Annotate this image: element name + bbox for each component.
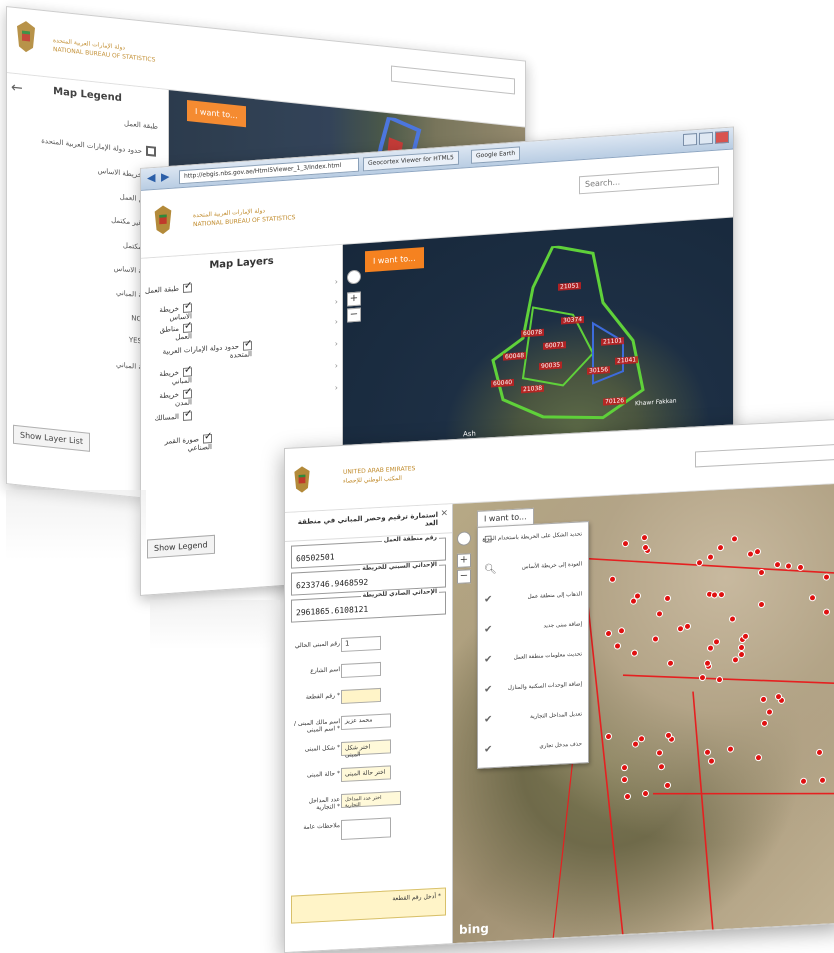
layer-item[interactable]: خريطة المدن <box>141 389 192 410</box>
reflection <box>6 490 146 560</box>
legend-label: غير مكتمل <box>111 216 142 228</box>
building-pin[interactable] <box>663 594 671 602</box>
building-pin[interactable] <box>784 561 792 570</box>
map-view[interactable]: I want to... + − ⊡ تحديد الشكل على الخريط… <box>453 483 834 944</box>
building-pin[interactable] <box>608 575 616 584</box>
building-pin[interactable] <box>757 600 765 609</box>
owner-name-input[interactable]: محمد عزيز <box>341 713 391 731</box>
search-input[interactable] <box>391 65 515 95</box>
legend-swatch <box>146 145 156 157</box>
arrow-left-icon[interactable]: ← <box>11 80 23 97</box>
tab-geocortex[interactable]: Geocortex Viewer for HTML5 <box>363 150 459 172</box>
emblem-logo <box>17 21 35 53</box>
close-button[interactable] <box>715 130 729 144</box>
building-pin[interactable] <box>641 543 649 551</box>
select-icon: ⊡ <box>484 534 493 546</box>
close-icon[interactable]: × <box>440 508 448 518</box>
back-icon[interactable]: ◀ <box>147 171 155 185</box>
reflection <box>150 600 280 650</box>
check-icon: ✔ <box>484 684 493 696</box>
building-status-select[interactable]: اختر حالة المبنى <box>341 765 391 783</box>
emblem-logo <box>154 205 172 235</box>
building-pin[interactable] <box>707 757 715 765</box>
search-input[interactable]: Search... <box>579 166 719 195</box>
tab-google-earth[interactable]: Google Earth <box>471 146 521 164</box>
legend-label: حدود دولة الإمارات العربية المتحدة <box>41 136 142 156</box>
building-pin[interactable] <box>796 563 804 571</box>
maximize-button[interactable] <box>699 131 713 145</box>
layer-item[interactable]: حدود دولة الإمارات العربية المتحدة <box>141 341 252 366</box>
chevron-right-icon[interactable]: › <box>335 277 338 286</box>
menu-item-delete-entrance[interactable]: ✔ حذف مدخل تجاري <box>478 732 588 768</box>
org-name: دولة الإمارات العربية المتحدة NATIONAL BU… <box>193 207 296 229</box>
layer-item[interactable]: المسالك <box>154 411 192 423</box>
zoom-icon: 🔍︎ <box>484 563 497 576</box>
building-pin[interactable] <box>737 643 745 651</box>
check-icon: ✔ <box>484 744 493 756</box>
layer-item[interactable]: خريطة المباني <box>141 367 192 388</box>
emblem-logo <box>294 466 310 493</box>
work-area-overlay <box>491 244 645 420</box>
chevron-right-icon[interactable]: › <box>335 361 338 370</box>
show-layer-list-button[interactable]: Show Layer List <box>13 424 90 452</box>
field-y-coord: الإحداثي الصادي للخريطة 2961865.6108121 <box>291 587 446 623</box>
plot-number-input[interactable] <box>341 687 381 705</box>
place-label: Khawr Fakkan <box>635 397 677 408</box>
notes-input[interactable] <box>341 817 391 841</box>
i-want-to-button[interactable]: I want to... <box>365 247 424 273</box>
building-shape-select[interactable]: اختر شكل المبنى <box>341 739 391 759</box>
building-pin[interactable] <box>621 763 629 771</box>
map-attribution: bing <box>459 921 489 937</box>
building-pin[interactable] <box>604 629 612 637</box>
show-legend-button[interactable]: Show Legend <box>147 534 215 559</box>
validation-note: أدخل رقم القطعة * <box>291 887 446 924</box>
legend-label: خريطة الاساس <box>97 166 142 180</box>
check-icon: ✔ <box>484 594 493 606</box>
building-pin[interactable] <box>760 719 768 727</box>
building-number-input[interactable]: 1 <box>341 635 381 653</box>
zoom-out-icon[interactable]: − <box>457 569 471 584</box>
street-name-input[interactable] <box>341 661 381 679</box>
minimize-button[interactable] <box>683 133 697 147</box>
search-input[interactable] <box>695 444 834 468</box>
building-pin[interactable] <box>757 568 765 577</box>
check-icon: ✔ <box>484 624 493 636</box>
building-pin[interactable] <box>712 637 720 646</box>
layer-item[interactable]: مناطق العمل <box>141 323 192 344</box>
building-pin[interactable] <box>604 732 612 740</box>
i-want-to-button[interactable]: I want to... <box>187 100 246 128</box>
i-want-to-menu: ⊡ تحديد الشكل على الخريطة باستخدام المربع… <box>477 521 589 769</box>
survey-window: UNITED ARAB EMIRATES المكتب الوطني للإحصا… <box>284 418 834 953</box>
building-pin[interactable] <box>717 591 725 599</box>
building-pin[interactable] <box>726 745 734 753</box>
org-name: دولة الإمارات العربية المتحدة NATIONAL BU… <box>53 36 156 64</box>
entrances-select[interactable]: اختر عدد المداخل التجارية <box>341 790 401 809</box>
pan-control[interactable] <box>347 269 361 285</box>
chevron-right-icon[interactable]: › <box>335 339 338 348</box>
legend-label: طبقة العمل <box>123 119 158 131</box>
chevron-right-icon[interactable]: › <box>335 317 338 326</box>
forward-icon[interactable]: ▶ <box>161 170 169 184</box>
building-pin[interactable] <box>655 749 663 757</box>
zoom-out-icon[interactable]: − <box>347 307 361 323</box>
chevron-right-icon[interactable]: › <box>335 297 338 306</box>
check-icon: ✔ <box>484 654 493 666</box>
building-pin[interactable] <box>623 792 631 800</box>
building-pin[interactable] <box>703 659 711 667</box>
survey-form: استمارة ترقيم وحصر المباني في منطقة العد… <box>285 504 453 952</box>
building-pin[interactable] <box>657 762 665 771</box>
zoom-in-icon[interactable]: + <box>347 291 361 307</box>
zoom-in-icon[interactable]: + <box>457 553 471 568</box>
building-pin[interactable] <box>716 543 724 551</box>
building-pin[interactable] <box>728 615 736 623</box>
layer-item[interactable]: طبقة العمل <box>145 283 192 295</box>
building-pin[interactable] <box>715 675 723 684</box>
chevron-right-icon[interactable]: › <box>335 383 338 392</box>
layer-item[interactable]: صورة القمر الصناعي <box>141 433 212 456</box>
check-icon: ✔ <box>484 714 493 726</box>
org-name: UNITED ARAB EMIRATES المكتب الوطني للإحصا… <box>343 465 416 485</box>
